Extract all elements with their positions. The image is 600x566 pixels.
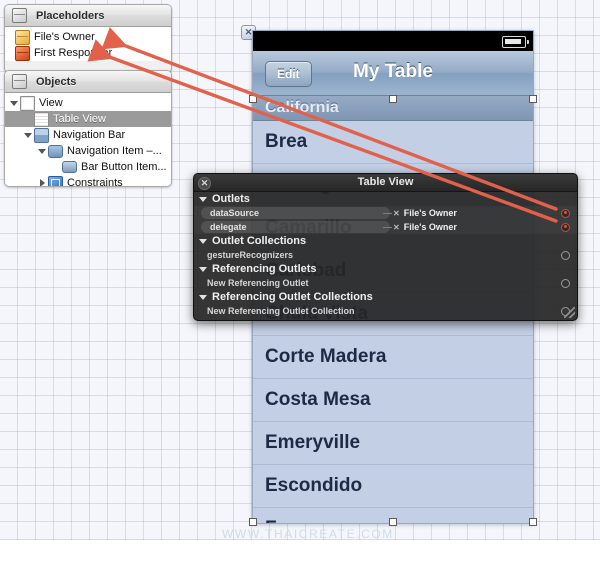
- placeholder-item-files-owner[interactable]: File's Owner: [5, 29, 171, 45]
- hud-section-header[interactable]: Referencing Outlet Collections: [194, 290, 577, 304]
- navigation-bar-title: My Table: [353, 61, 433, 82]
- watermark: WWW.THAICREATE.COM: [222, 527, 394, 541]
- red-cube-icon: [15, 45, 30, 61]
- tree-item-label: Bar Button Item...: [81, 161, 167, 173]
- hud-connection-row[interactable]: New Referencing Outlet Collection: [194, 304, 577, 318]
- canvas-bottom-gutter: [0, 540, 600, 566]
- placeholders-panel: Placeholders File's Owner First Responder: [4, 4, 172, 73]
- hud-connection-row[interactable]: New Referencing Outlet: [194, 276, 577, 290]
- hud-connection-row[interactable]: dataSource ✕ File's Owner: [194, 206, 577, 220]
- hud-outlet-name[interactable]: gestureRecognizers: [194, 250, 293, 260]
- hud-section-label: Referencing Outlet Collections: [212, 291, 373, 303]
- connections-inspector-hud[interactable]: ✕ Table View Outlets dataSource ✕ File's Ow…: [193, 173, 578, 321]
- hud-connection-row[interactable]: gestureRecognizers: [194, 248, 577, 262]
- connection-dash: [383, 226, 392, 228]
- hud-content: Outlets dataSource ✕ File's Owner delegate ✕ F…: [194, 192, 577, 318]
- disclosure-triangle-icon[interactable]: [199, 238, 207, 244]
- disconnect-icon[interactable]: ✕: [393, 223, 400, 232]
- disclosure-triangle-icon[interactable]: [199, 266, 207, 272]
- selection-handle-bottom-left[interactable]: [249, 518, 257, 526]
- hud-connection-target[interactable]: ✕ File's Owner: [393, 207, 457, 219]
- status-bar: [253, 31, 533, 51]
- tree-item-bar-button-item[interactable]: Bar Button Item...: [5, 159, 171, 175]
- tree-item-label: Table View: [53, 113, 106, 125]
- tree-item-label: Constraints: [67, 177, 123, 187]
- connection-dash: [383, 212, 392, 214]
- hud-outlet-name[interactable]: dataSource: [201, 207, 390, 219]
- table-row[interactable]: Brea: [253, 121, 533, 164]
- connection-socket[interactable]: [561, 208, 570, 218]
- table-row[interactable]: Corte Madera: [253, 336, 533, 379]
- view-icon: [20, 95, 35, 111]
- placeholders-list: File's Owner First Responder: [5, 27, 171, 61]
- battery-icon: [502, 36, 529, 48]
- disclosure-triangle-icon[interactable]: [37, 178, 47, 186]
- objects-panel-header: Objects: [5, 71, 171, 93]
- table-row[interactable]: Costa Mesa: [253, 379, 533, 422]
- hud-connection-target[interactable]: ✕ File's Owner: [393, 221, 457, 233]
- placeholder-item-first-responder[interactable]: First Responder: [5, 45, 171, 61]
- navigation-item-icon: [48, 144, 63, 158]
- navigation-bar-icon: [34, 127, 49, 143]
- hud-target-label: File's Owner: [403, 222, 457, 232]
- selection-handle-top-right[interactable]: [529, 95, 537, 103]
- disclosure-triangle-icon[interactable]: [199, 196, 207, 202]
- disclosure-triangle-icon[interactable]: [9, 98, 19, 108]
- tree-item-table-view[interactable]: Table View: [5, 111, 171, 127]
- placeholders-panel-title: Placeholders: [36, 9, 105, 22]
- connection-socket[interactable]: [561, 222, 570, 232]
- hud-connection-row[interactable]: delegate ✕ File's Owner: [194, 220, 577, 234]
- tree-item-label: Navigation Item –...: [67, 145, 162, 157]
- navigation-bar[interactable]: Edit My Table: [253, 51, 533, 96]
- bar-button-item-icon: [62, 161, 77, 173]
- disclosure-triangle-icon[interactable]: [199, 294, 207, 300]
- tree-item-navigation-bar[interactable]: Navigation Bar: [5, 127, 171, 143]
- placeholder-item-label: File's Owner: [34, 31, 95, 43]
- disclosure-triangle-icon[interactable]: [23, 130, 33, 140]
- hud-section-label: Outlets: [212, 193, 250, 205]
- placeholder-item-label: First Responder: [34, 47, 113, 59]
- connection-socket[interactable]: [561, 250, 570, 260]
- cube-icon: [12, 74, 27, 89]
- selection-handle-top-center[interactable]: [389, 95, 397, 103]
- selection-handle-top-left[interactable]: [249, 95, 257, 103]
- hud-outlet-name[interactable]: New Referencing Outlet Collection: [194, 306, 355, 316]
- constraints-icon: [48, 175, 63, 186]
- tree-item-navigation-item[interactable]: Navigation Item –...: [5, 143, 171, 159]
- resize-grip[interactable]: [564, 307, 575, 318]
- tree-item-view[interactable]: View: [5, 95, 171, 111]
- tree-item-label: View: [39, 97, 63, 109]
- yellow-cube-icon: [15, 29, 30, 45]
- selection-handle-bottom-center[interactable]: [389, 518, 397, 526]
- hud-section-header[interactable]: Outlets: [194, 192, 577, 206]
- table-row[interactable]: Escondido: [253, 465, 533, 508]
- hud-outlet-name[interactable]: New Referencing Outlet: [194, 278, 309, 288]
- disconnect-icon[interactable]: ✕: [393, 209, 400, 218]
- objects-panel: Objects View Table View Navigation Bar Navi…: [4, 70, 172, 187]
- cube-icon: [12, 8, 27, 23]
- connection-socket[interactable]: [561, 278, 570, 288]
- table-row[interactable]: Emeryville: [253, 422, 533, 465]
- tree-item-label: Navigation Bar: [53, 129, 126, 141]
- hud-section-label: Outlet Collections: [212, 235, 307, 247]
- disclosure-triangle-icon[interactable]: [37, 146, 47, 156]
- hud-section-header[interactable]: Outlet Collections: [194, 234, 577, 248]
- hud-title: Table View: [357, 176, 414, 188]
- hud-target-label: File's Owner: [403, 208, 457, 218]
- hud-outlet-name[interactable]: delegate: [201, 221, 390, 233]
- objects-panel-title: Objects: [36, 75, 77, 88]
- placeholders-panel-header: Placeholders: [5, 5, 171, 27]
- hud-title-bar[interactable]: ✕ Table View: [194, 174, 577, 192]
- selection-handle-bottom-right[interactable]: [529, 518, 537, 526]
- objects-tree: View Table View Navigation Bar Navigation I…: [5, 93, 171, 187]
- tree-item-constraints[interactable]: Constraints: [5, 175, 171, 187]
- hud-section-label: Referencing Outlets: [212, 263, 317, 275]
- hud-section-header[interactable]: Referencing Outlets: [194, 262, 577, 276]
- table-view-icon: [34, 111, 49, 127]
